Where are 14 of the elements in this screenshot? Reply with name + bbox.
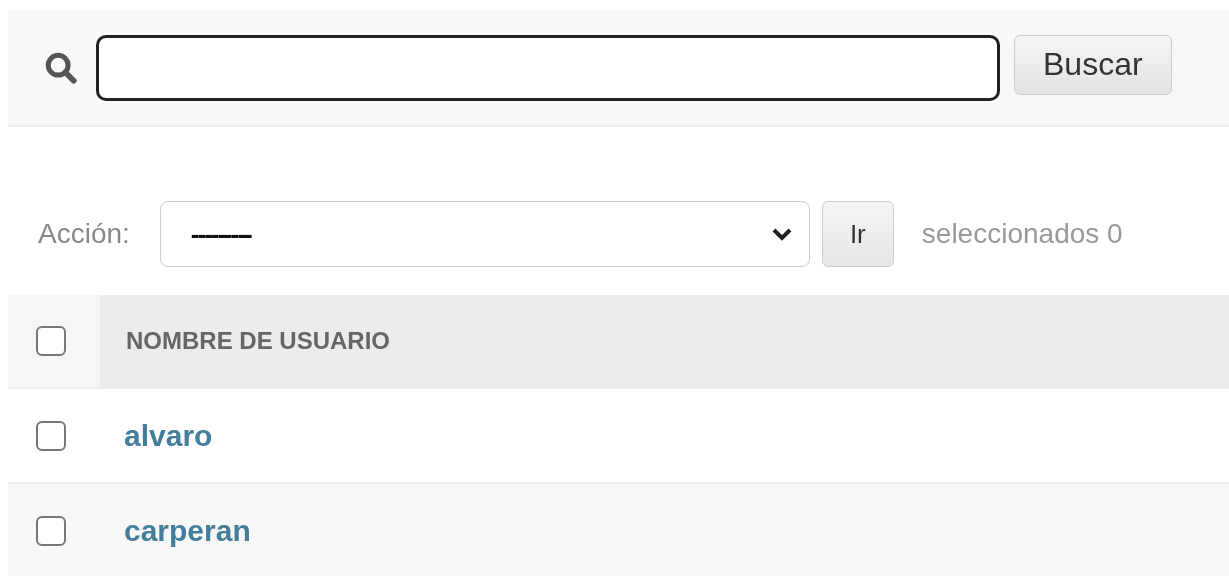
action-select[interactable]: --------- xyxy=(159,201,810,267)
search-icon xyxy=(44,50,78,85)
search-field[interactable] xyxy=(96,34,1000,101)
username-link[interactable]: carperan xyxy=(124,513,251,548)
checkbox[interactable] xyxy=(36,420,66,451)
column-header[interactable]: NOMBRE DE USUARIO xyxy=(100,295,1229,387)
action-label: Acción: xyxy=(38,218,130,250)
checkbox[interactable] xyxy=(36,515,66,546)
search-button[interactable]: Buscar xyxy=(1014,34,1172,95)
checkbox[interactable] xyxy=(36,326,66,356)
chevron-down-icon xyxy=(770,227,793,241)
go-button[interactable]: Ir xyxy=(821,201,894,267)
username-link[interactable]: alvaro xyxy=(124,418,213,453)
selection-count: seleccionados 0 xyxy=(921,218,1123,250)
